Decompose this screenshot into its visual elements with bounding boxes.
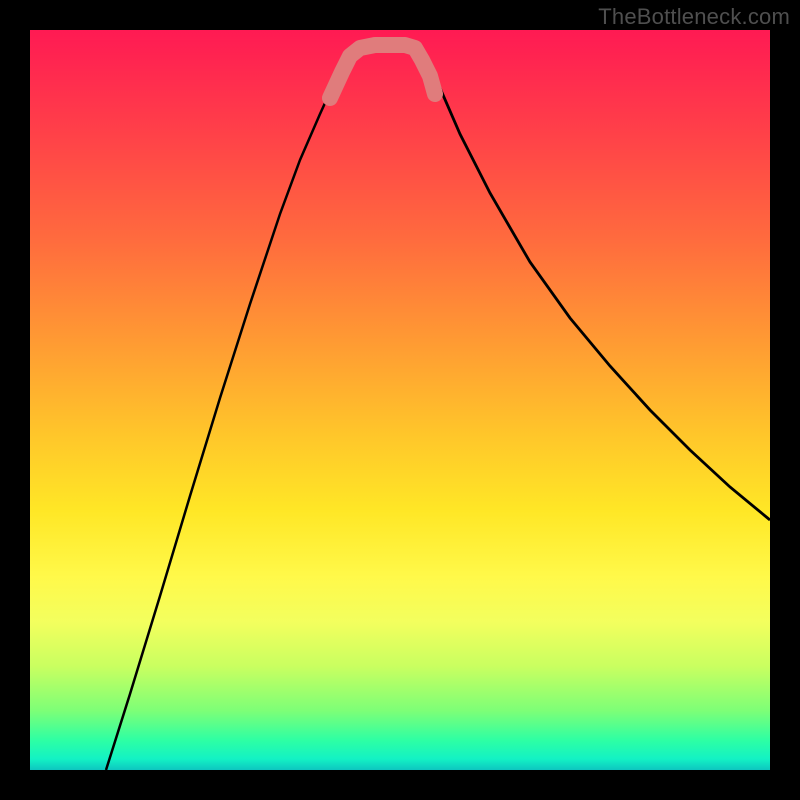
series-left-curve [106, 56, 352, 770]
chart-frame: TheBottleneck.com [0, 0, 800, 800]
series-right-curve [424, 56, 770, 520]
plot-area [30, 30, 770, 770]
series-trough-marker [330, 45, 435, 98]
watermark-text: TheBottleneck.com [598, 4, 790, 30]
series-group [106, 45, 770, 770]
plot-svg [30, 30, 770, 770]
